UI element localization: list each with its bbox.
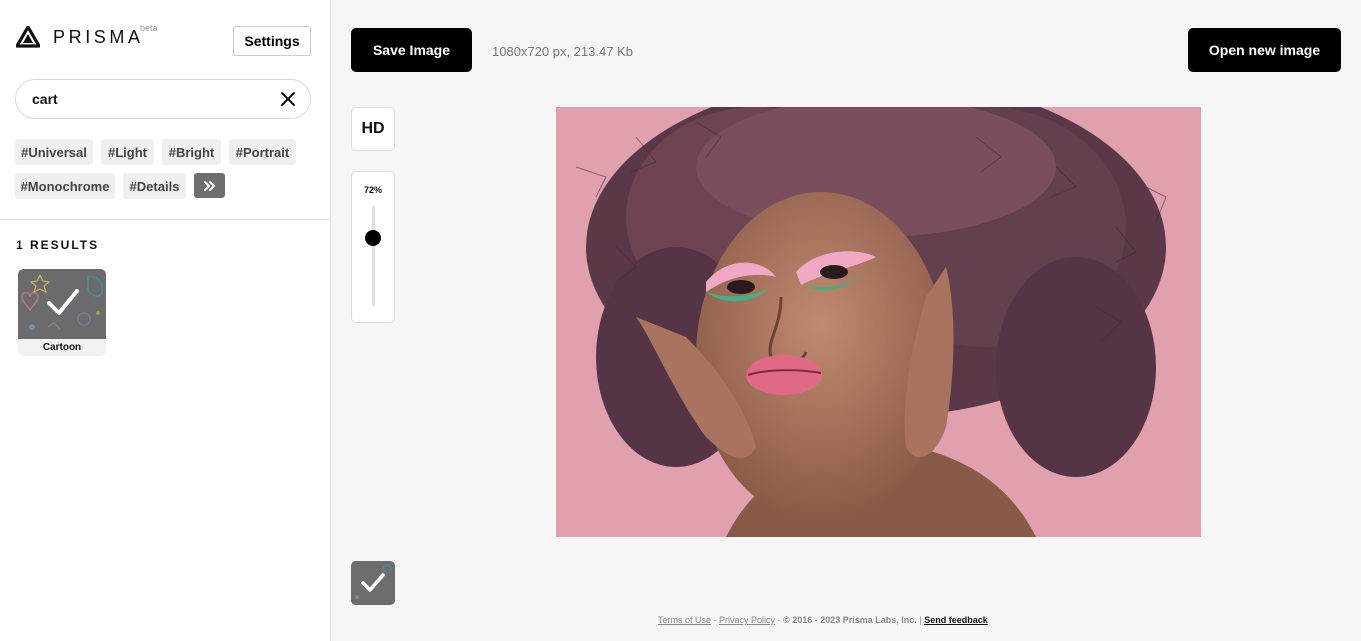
sidebar: PRISMA beta Settings #Universal #Light #…	[0, 0, 331, 641]
logo[interactable]: PRISMA beta	[16, 23, 158, 48]
tag-universal[interactable]: #Universal	[15, 139, 93, 165]
divider	[0, 219, 331, 220]
tag-portrait[interactable]: #Portrait	[229, 139, 296, 165]
send-feedback-link[interactable]: Send feedback	[924, 615, 988, 625]
copyright-text: © 2016 - 2023 Prisma Labs, Inc.	[783, 615, 917, 625]
processed-portrait-image	[556, 107, 1201, 537]
filter-card-cartoon[interactable]: Cartoon	[18, 269, 106, 356]
open-new-image-button[interactable]: Open new image	[1188, 28, 1341, 72]
privacy-link[interactable]: Privacy Policy	[719, 615, 775, 625]
footer-separator: |	[919, 615, 922, 625]
filter-name: Cartoon	[42, 342, 82, 353]
double-chevron-right-icon	[203, 180, 215, 191]
prisma-logo-icon	[16, 26, 40, 48]
tag-monochrome[interactable]: #Monochrome	[15, 173, 115, 199]
image-canvas[interactable]	[556, 107, 1201, 537]
save-image-button[interactable]: Save Image	[351, 28, 472, 72]
search-box	[15, 79, 311, 119]
tag-details[interactable]: #Details	[123, 173, 186, 199]
close-icon[interactable]	[280, 91, 296, 107]
hd-toggle-button[interactable]: HD	[351, 107, 395, 151]
intensity-label: 72%	[363, 185, 382, 195]
slider-track[interactable]	[372, 206, 375, 306]
footer: Terms of Use · Privacy Policy · © 2016 -…	[658, 615, 988, 625]
active-filter-thumbnail	[351, 561, 395, 605]
active-filter-button[interactable]	[351, 561, 395, 605]
logo-text: PRISMA	[53, 26, 144, 47]
image-info: 1080x720 px, 213.47 Kb	[492, 44, 633, 59]
settings-button[interactable]: Settings	[233, 26, 311, 56]
intensity-slider[interactable]: 72%	[351, 171, 395, 323]
search-input[interactable]	[32, 80, 272, 118]
more-tags-button[interactable]	[194, 173, 225, 198]
beta-label: beta	[140, 23, 158, 33]
tag-light[interactable]: #Light	[101, 139, 154, 165]
tag-bright[interactable]: #Bright	[162, 139, 221, 165]
filter-thumbnail-art	[18, 269, 106, 339]
filter-thumbnail	[18, 269, 106, 339]
results-title: 1 RESULTS	[16, 238, 100, 252]
footer-separator: ·	[777, 615, 781, 625]
footer-separator: ·	[713, 615, 717, 625]
slider-knob[interactable]	[365, 230, 381, 246]
terms-link[interactable]: Terms of Use	[658, 615, 711, 625]
